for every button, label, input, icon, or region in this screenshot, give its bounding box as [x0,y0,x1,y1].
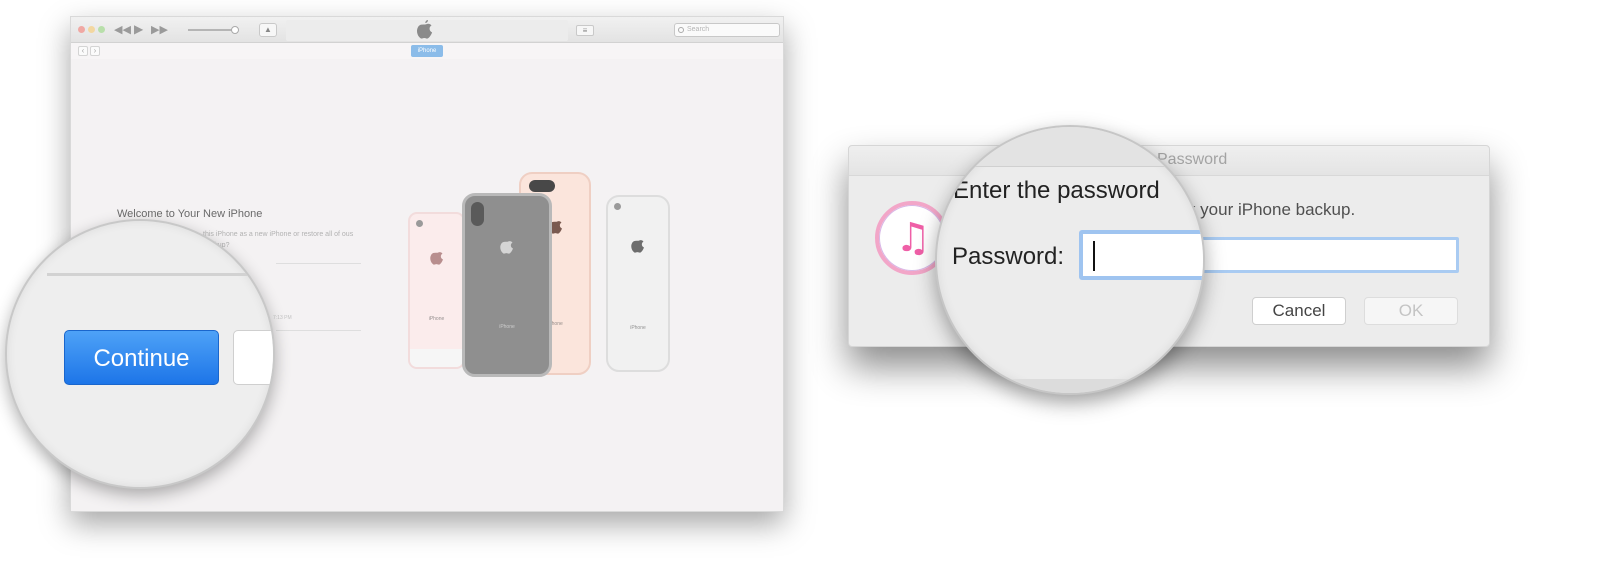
iphone-x-space-gray: iPhone [462,193,552,377]
close-window-button[interactable] [78,26,85,33]
search-icon [678,27,684,33]
phone-label: iPhone [428,316,445,322]
phone-label: iPhone [499,324,515,330]
list-view-button[interactable]: ≡ [576,25,594,36]
zoom-window-button[interactable] [98,26,105,33]
cancel-button[interactable]: Cancel [1252,297,1346,325]
dialog-bottom-zoomed [937,379,1203,393]
search-input[interactable]: Search [674,23,780,37]
apple-logo-icon [417,20,433,39]
airplay-icon: ▲ [264,25,272,34]
divider [276,330,361,331]
iphone-silver: iPhone [606,195,670,372]
magnifier-continue: Continue [5,219,275,489]
play-icon[interactable]: ▶ [134,22,143,36]
iphone-lineup-image: iPhone iPhone iPhone iPhone [401,167,691,382]
divider [47,273,247,276]
apple-logo-icon [500,241,513,254]
dual-camera-icon [529,180,555,192]
secondary-button[interactable] [233,330,273,385]
list-icon: ≡ [582,26,588,35]
password-field-zoomed[interactable] [1079,230,1203,280]
dialog-message-zoomed: Enter the password [953,177,1160,204]
volume-knob[interactable] [231,26,239,34]
vertical-camera-icon [471,202,484,226]
ok-button[interactable]: OK [1364,297,1458,325]
music-note-icon: ♫ [895,215,931,261]
magnifier-password: Enter the password Password: [935,125,1205,395]
phone-bottom-band [410,349,463,367]
navigation-bar: ‹ › iPhone [71,43,783,59]
apple-logo-icon [631,240,644,253]
camera-icon [614,203,621,210]
rewind-icon[interactable]: ◀◀ [114,23,131,36]
camera-icon [416,220,423,227]
airplay-button[interactable]: ▲ [259,23,277,37]
fast-forward-icon[interactable]: ▶▶ [151,23,168,36]
backup-time: 7:13 PM [273,315,292,321]
itunes-toolbar: ◀◀ ▶ ▶▶ ▲ ≡ Search [71,17,783,43]
minimize-window-button[interactable] [88,26,95,33]
welcome-description: this iPhone as a new iPhone or restore a… [203,231,354,249]
divider [276,263,361,264]
password-label: Password: [952,243,1065,270]
search-placeholder: Search [687,26,710,33]
device-tab-iphone[interactable]: iPhone [411,45,443,57]
back-arrow-icon[interactable]: ‹ [78,46,88,56]
phone-label: iPhone [630,325,646,331]
forward-arrow-icon[interactable]: › [90,46,100,56]
iphone-se: iPhone [408,212,465,369]
text-caret [1093,241,1095,271]
continue-button[interactable]: Continue [64,330,219,385]
dialog-titlebar-zoomed [937,127,1203,167]
apple-logo-icon [430,252,443,265]
